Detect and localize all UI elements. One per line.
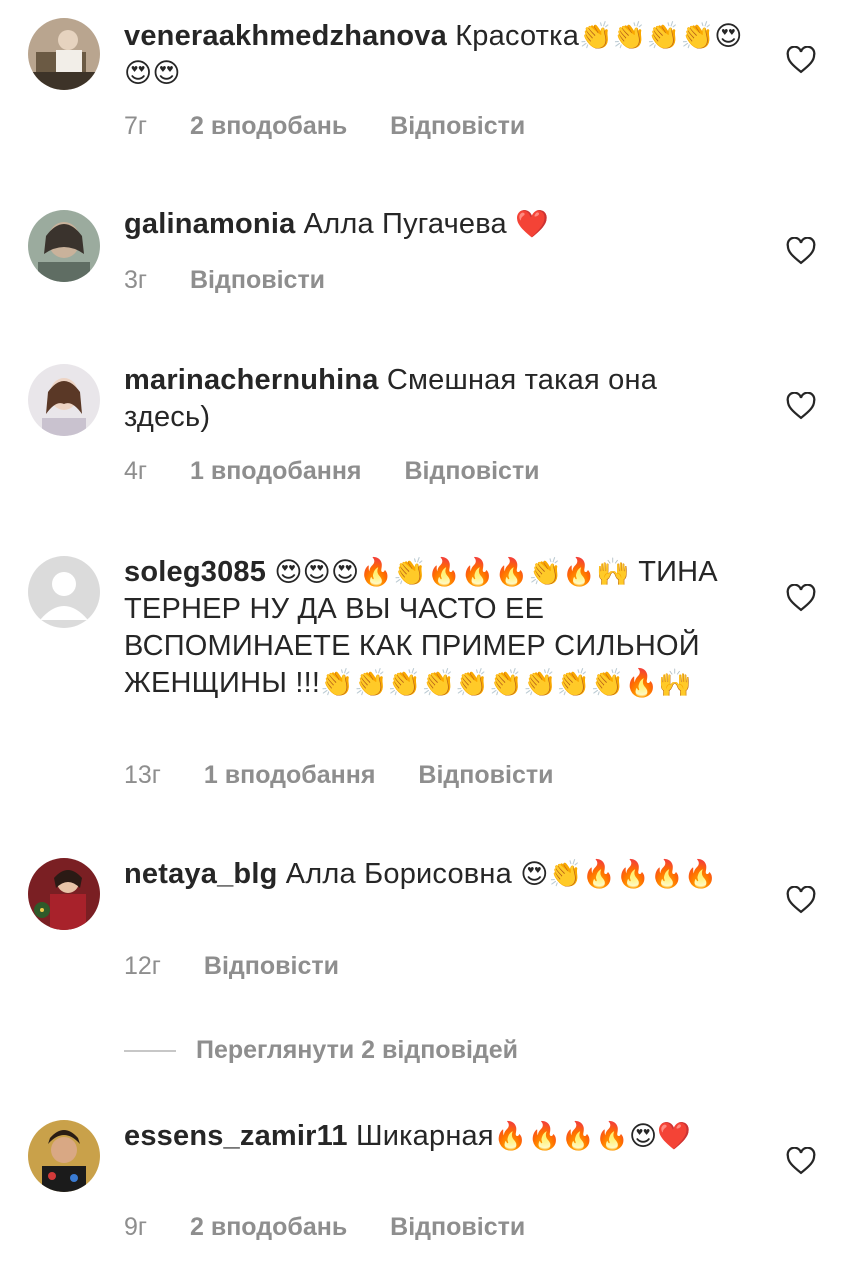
- heart-outline-icon[interactable]: [786, 237, 816, 265]
- comment-body: Красотка: [455, 20, 580, 52]
- comment-meta: 4г 1 вподобання Відповісти: [124, 457, 576, 486]
- likes-count[interactable]: 1 вподобання: [190, 457, 362, 485]
- comment-meta: 13г 1 вподобання Відповісти: [124, 761, 589, 790]
- comment-meta: 7г 2 вподобань Відповісти: [124, 112, 561, 141]
- likes-count[interactable]: 1 вподобання: [204, 761, 376, 789]
- username[interactable]: soleg3085: [124, 556, 266, 588]
- comment-text: veneraakhmedzhanova Красотка👏👏👏👏😍😍😍: [124, 18, 744, 92]
- username[interactable]: netaya_blg: [124, 858, 278, 890]
- comment-emoji: 😍👏🔥🔥🔥🔥: [520, 859, 718, 890]
- comment-body: Алла Борисовна: [285, 858, 512, 890]
- comment-text: soleg3085 😍😍😍🔥👏🔥🔥🔥👏🔥🙌 ТИНА ТЕРНЕР НУ ДА …: [124, 554, 744, 702]
- comment-text: marinachernuhina Смешная такая она здесь…: [124, 362, 744, 436]
- heart-outline-icon[interactable]: [786, 46, 816, 74]
- comment-time: 3г: [124, 266, 148, 294]
- comment-body: Алла Пугачева: [303, 208, 507, 240]
- comment-meta: 12г Відповісти: [124, 952, 375, 981]
- avatar[interactable]: [28, 210, 100, 282]
- divider-line: [124, 1050, 176, 1053]
- heart-outline-icon[interactable]: [786, 1147, 816, 1175]
- comment-time: 7г: [124, 112, 148, 140]
- comment-text: netaya_blg Алла Борисовна 😍👏🔥🔥🔥🔥: [124, 856, 744, 893]
- comment-time: 13г: [124, 761, 161, 789]
- reply-button[interactable]: Відповісти: [390, 1213, 525, 1241]
- comment-emoji: ❤️: [515, 209, 549, 240]
- comment-emoji: 👏👏👏👏👏👏👏👏👏🔥🙌: [320, 668, 693, 699]
- username[interactable]: veneraakhmedzhanova: [124, 20, 447, 52]
- comment-time: 9г: [124, 1213, 148, 1241]
- reply-button[interactable]: Відповісти: [418, 761, 553, 789]
- view-replies-label: Переглянути 2 відповідей: [196, 1036, 519, 1064]
- view-replies-button[interactable]: Переглянути 2 відповідей: [124, 1036, 518, 1065]
- avatar[interactable]: [28, 364, 100, 436]
- comment-emoji: 😍😍😍🔥👏🔥🔥🔥👏🔥🙌: [274, 557, 630, 588]
- comment-time: 12г: [124, 952, 161, 980]
- comment-text: galinamonia Алла Пугачева ❤️: [124, 206, 744, 243]
- comment-meta: 3г Відповісти: [124, 266, 361, 295]
- reply-button[interactable]: Відповісти: [190, 266, 325, 294]
- reply-button[interactable]: Відповісти: [390, 112, 525, 140]
- comment-emoji: 🔥🔥🔥🔥😍❤️: [493, 1121, 692, 1152]
- avatar[interactable]: [28, 556, 100, 628]
- comment-meta: 9г 2 вподобань Відповісти: [124, 1213, 561, 1242]
- likes-count[interactable]: 2 вподобань: [190, 1213, 347, 1241]
- comment-text: essens_zamir11 Шикарная🔥🔥🔥🔥😍❤️: [124, 1118, 744, 1155]
- avatar[interactable]: [28, 18, 100, 90]
- reply-button[interactable]: Відповісти: [204, 952, 339, 980]
- comment-body: Шикарная: [355, 1120, 494, 1152]
- username[interactable]: marinachernuhina: [124, 364, 379, 396]
- username[interactable]: essens_zamir11: [124, 1120, 348, 1152]
- likes-count[interactable]: 2 вподобань: [190, 112, 347, 140]
- heart-outline-icon[interactable]: [786, 584, 816, 612]
- heart-outline-icon[interactable]: [786, 392, 816, 420]
- heart-outline-icon[interactable]: [786, 886, 816, 914]
- avatar[interactable]: [28, 1120, 100, 1192]
- username[interactable]: galinamonia: [124, 208, 295, 240]
- reply-button[interactable]: Відповісти: [404, 457, 539, 485]
- comment-time: 4г: [124, 457, 148, 485]
- avatar[interactable]: [28, 858, 100, 930]
